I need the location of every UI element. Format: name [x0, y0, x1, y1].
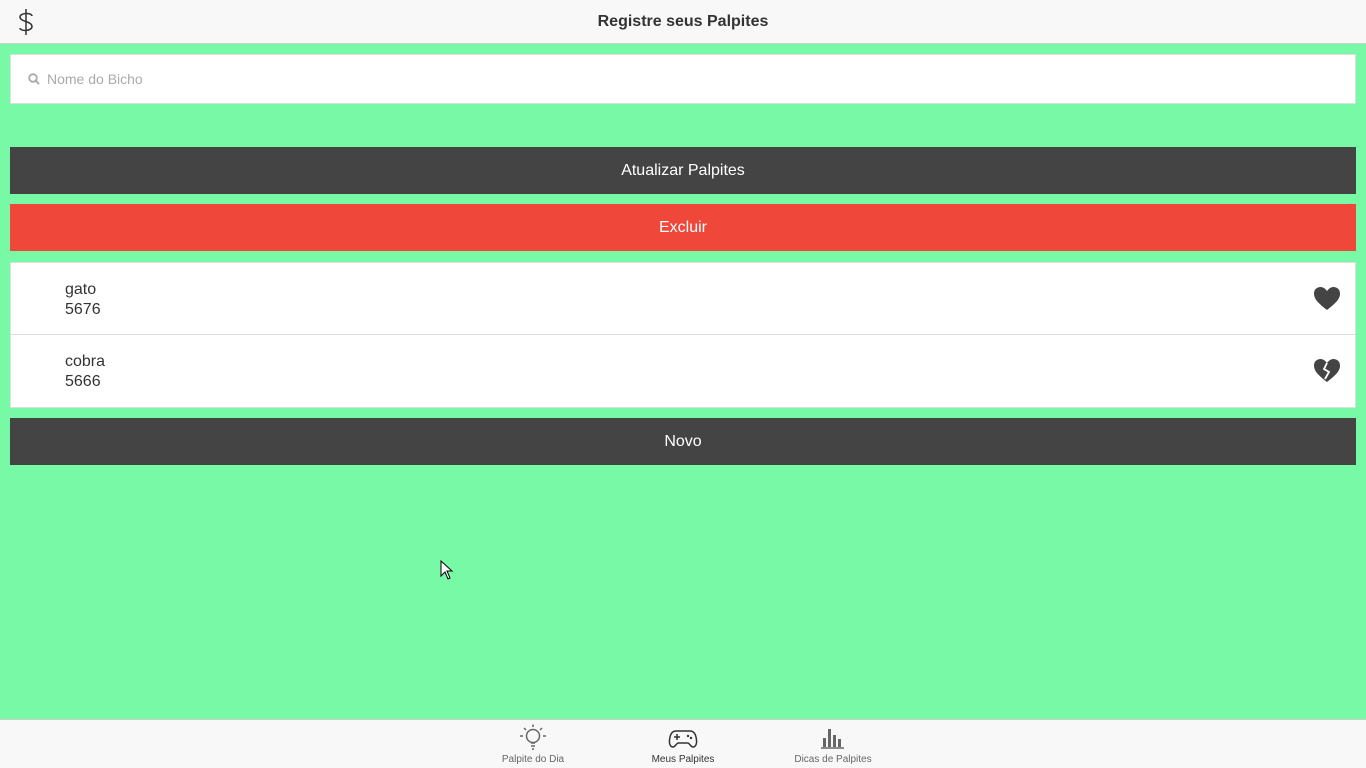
gamepad-icon [668, 730, 698, 748]
search-icon [28, 73, 40, 85]
guess-name: gato [65, 281, 97, 298]
update-guesses-button[interactable]: Atualizar Palpites [10, 147, 1356, 194]
page-title: Registre seus Palpites [597, 12, 769, 30]
bar-chart-icon [821, 729, 844, 749]
search-bar[interactable] [10, 54, 1356, 104]
guess-number: 5676 [65, 301, 101, 318]
tab-label: Dicas de Palpites [794, 754, 872, 765]
tab-palpite-do-dia[interactable]: Palpite do Dia [458, 720, 608, 768]
tab-label: Meus Palpites [651, 754, 715, 765]
guess-number: 5666 [65, 373, 101, 390]
guess-list: gato 5676 cobra 5666 [10, 262, 1356, 408]
new-guess-button[interactable]: Novo [10, 418, 1356, 465]
list-item[interactable]: gato 5676 [11, 263, 1355, 335]
guess-name: cobra [65, 353, 106, 370]
header-bar: Registre seus Palpites [0, 0, 1366, 44]
search-input[interactable] [47, 71, 1327, 87]
tab-meus-palpites[interactable]: Meus Palpites [608, 720, 758, 768]
dollar-sign-icon[interactable] [12, 8, 40, 36]
broken-heart-icon[interactable] [1313, 357, 1341, 385]
mouse-cursor-icon [440, 560, 454, 580]
tab-dicas-de-palpites[interactable]: Dicas de Palpites [758, 720, 908, 768]
heart-icon[interactable] [1313, 285, 1341, 313]
lightbulb-icon [520, 724, 546, 750]
tab-bar: Palpite do Dia Meus Palpites Dicas de Pa… [0, 719, 1366, 768]
list-item[interactable]: cobra 5666 [11, 335, 1355, 407]
tab-label: Palpite do Dia [501, 754, 565, 765]
delete-button[interactable]: Excluir [10, 204, 1356, 251]
